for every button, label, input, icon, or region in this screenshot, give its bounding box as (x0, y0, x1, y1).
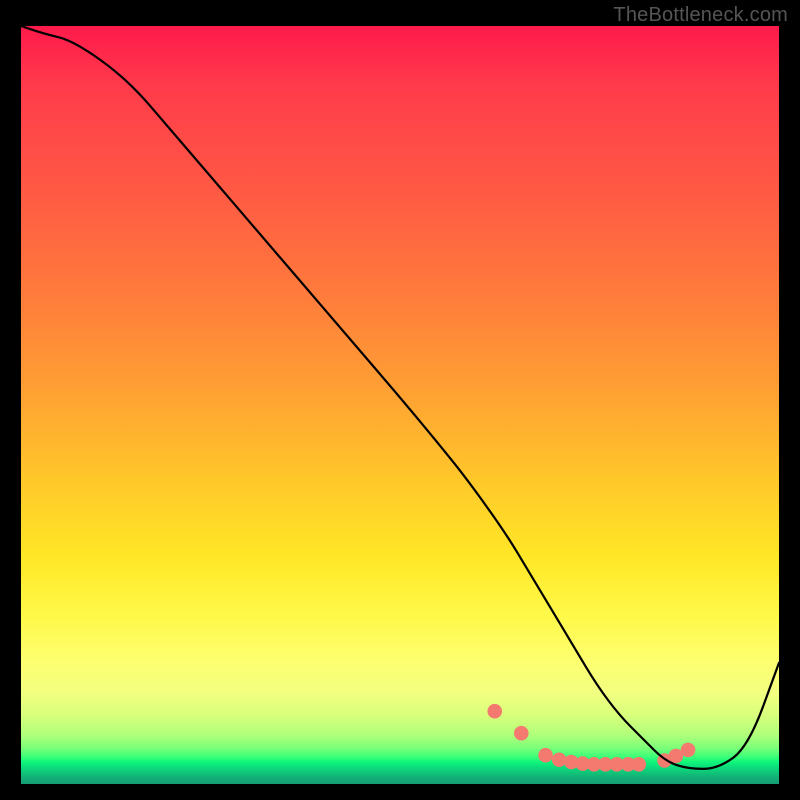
chart-marker-dot (552, 752, 567, 767)
watermark-text: TheBottleneck.com (613, 4, 788, 27)
chart-marker-dot (538, 748, 553, 763)
chart-area (21, 26, 779, 784)
chart-marker-dot (681, 743, 696, 758)
chart-marker-dot (514, 726, 529, 741)
chart-line (21, 26, 779, 769)
chart-markers (487, 704, 695, 772)
chart-marker-dot (631, 757, 646, 772)
chart-svg (21, 26, 779, 784)
chart-marker-dot (487, 704, 502, 719)
